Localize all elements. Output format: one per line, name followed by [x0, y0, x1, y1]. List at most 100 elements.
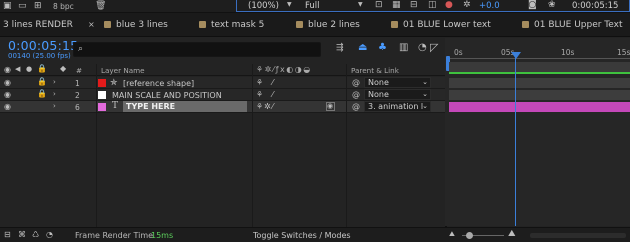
ruler-baseline [449, 58, 630, 59]
chevron-right-icon[interactable]: › [53, 79, 56, 86]
comp-mini-flowchart-icon[interactable]: ⇶ [336, 44, 344, 53]
exposure-value[interactable]: +0.0 [479, 1, 500, 11]
quality-switch-icon[interactable]: ⁄ [272, 79, 273, 87]
shy-switch-icon[interactable]: ⚘ [256, 79, 263, 87]
chevron-right-icon[interactable]: › [53, 103, 56, 110]
playhead-line[interactable] [515, 52, 516, 226]
layer-row-6[interactable]: ◉ › 6 T TYPE HERE ⚘ ✲ ⁄ ◉ @ 3. animation… [0, 101, 445, 113]
layer-name: TYPE HERE [126, 102, 176, 111]
zoom-out-icon[interactable]: ⛰ [449, 231, 455, 238]
zoom-dropdown[interactable]: (100%) [248, 1, 279, 11]
tab-color-swatch [104, 21, 111, 28]
viewer-timecode[interactable]: 0:00:05:15 [572, 1, 618, 11]
layer-name[interactable]: MAIN SCALE AND POSITION [112, 91, 222, 100]
current-time-display[interactable]: 0:00:05:15 [8, 38, 78, 53]
zoom-slider-thumb[interactable] [466, 232, 473, 239]
chevron-right-icon[interactable]: › [53, 91, 56, 98]
tab-01-blue-upper-text[interactable]: 01 BLUE Upper Text [522, 13, 623, 37]
shy-switch-icon[interactable]: ⚘ [256, 91, 263, 99]
quality-switch-icon[interactable]: ⁄ [272, 103, 273, 111]
continuous-raster-icon[interactable]: ✲ [264, 103, 271, 111]
close-icon[interactable]: × [88, 21, 95, 29]
cache-indicator [449, 72, 630, 74]
lock-icon[interactable]: 🔒 [37, 90, 47, 98]
trash-icon[interactable]: 🗑 [95, 2, 106, 11]
toggle-switches-modes[interactable]: Toggle Switches / Modes [253, 231, 351, 240]
tab-blue-2-lines[interactable]: blue 2 lines [296, 13, 360, 37]
modes-toggle-icon[interactable]: ⌘ [18, 231, 26, 239]
frame-blending-icon[interactable]: ▥ [399, 43, 408, 53]
layer-name-field[interactable]: TYPE HERE [123, 101, 247, 112]
parent-dropdown[interactable]: None ⌄ [364, 77, 431, 88]
reset-exposure-icon[interactable]: ✲ [463, 1, 471, 10]
eye-icon[interactable]: ◉ [4, 103, 11, 111]
layer-label-color[interactable] [98, 103, 106, 111]
folder-icon[interactable]: ▭ [18, 2, 27, 11]
in-out-toggle-icon[interactable]: ♺ [32, 231, 39, 239]
channel-icon[interactable]: ● [445, 1, 453, 10]
transparency-grid-icon[interactable]: ▦ [392, 1, 401, 10]
solo-icon: ● [26, 65, 33, 73]
pickwhip-icon[interactable]: @ [352, 79, 360, 87]
layer-number: 6 [75, 103, 80, 112]
parent-dropdown[interactable]: None ⌄ [364, 89, 431, 100]
pickwhip-icon[interactable]: @ [352, 91, 360, 99]
layer-bar-6[interactable] [449, 102, 630, 112]
layer-switches-toggle-icon[interactable]: ⊟ [4, 231, 11, 239]
tab-blue-3-lines[interactable]: blue 3 lines [104, 13, 168, 37]
tab-color-swatch [199, 21, 206, 28]
3d-layer-icon[interactable]: ◉ [327, 103, 333, 110]
tab-01-blue-lower-text[interactable]: 01 BLUE Lower text [391, 13, 491, 37]
resolution-dropdown[interactable]: Full [305, 1, 320, 11]
camera-icon[interactable]: ◙ [528, 1, 537, 10]
layer-label-color[interactable] [98, 91, 106, 99]
eye-icon[interactable]: ◉ [4, 79, 11, 87]
shy-layers-icon[interactable]: ♣ [378, 43, 387, 53]
layer-row-2[interactable]: ◉ 🔒 › 2 MAIN SCALE AND POSITION ⚘ ⁄ @ No… [0, 89, 445, 101]
frame-render-time-value: 15ms [151, 231, 174, 240]
mask-visibility-icon[interactable]: ◫ [428, 1, 437, 10]
composition-tabs: 3 lines RENDER × blue 3 lines text mask … [0, 13, 630, 37]
zoom-in-icon[interactable]: ⛰ [508, 230, 516, 239]
layer-bar-1[interactable] [449, 78, 630, 88]
work-area-bar[interactable] [449, 62, 630, 72]
layer-row-1[interactable]: ◉ 🔒 › 1 ✯ [reference shape] ⚘ ⁄ @ None ⌄ [0, 77, 445, 89]
region-of-interest-icon[interactable]: ⊡ [375, 1, 383, 10]
lock-icon: 🔒 [37, 64, 47, 73]
search-input[interactable]: ⌕ [73, 42, 321, 57]
playhead-handle[interactable] [511, 52, 521, 59]
comp-icon[interactable]: ⊞ [34, 2, 42, 11]
timeline-scrollbar[interactable] [530, 233, 626, 238]
tab-text-mask-5[interactable]: text mask 5 [199, 13, 264, 37]
guides-icon[interactable]: ⊟ [410, 1, 418, 10]
ruler-tick-label: 10s [561, 48, 575, 57]
quality-switch-icon[interactable]: ⁄ [272, 91, 273, 99]
layer-bar-2[interactable] [449, 90, 630, 100]
tab-color-swatch [522, 21, 529, 28]
label-icon: ◆ [60, 64, 67, 73]
column-divider [96, 64, 97, 227]
tab-3-lines-render[interactable]: 3 lines RENDER [3, 13, 73, 37]
pickwhip-icon[interactable]: @ [352, 103, 360, 111]
flowchart-icon[interactable]: ▣ [3, 2, 12, 11]
layer-number: 2 [75, 91, 80, 100]
eye-icon[interactable]: ◉ [4, 91, 11, 99]
motion-blur-icon[interactable]: ◔ [418, 43, 427, 53]
layer-name[interactable]: [reference shape] [123, 79, 194, 88]
show-channel-icon[interactable]: ❀ [548, 1, 556, 10]
bit-depth[interactable]: 8 bpc [53, 2, 74, 11]
time-ruler[interactable]: 0s 05s 10s 15s [449, 46, 630, 60]
chevron-down-icon: ▼ [358, 1, 363, 8]
shape-icon: ✯ [110, 78, 118, 88]
chevron-down-icon: ▼ [287, 1, 292, 8]
layer-label-color[interactable] [98, 79, 106, 87]
layer-column-header: ◉ ◀ ● 🔒 ◆ # Layer Name ⚘✲⁄ƒx◐◑◒ Parent &… [0, 64, 445, 76]
parent-dropdown[interactable]: 3. animation l ⌄ [364, 101, 431, 112]
draft-3d-icon[interactable]: ⏏ [358, 43, 367, 53]
render-time-toggle-icon[interactable]: ◔ [46, 231, 53, 239]
lock-icon[interactable]: 🔒 [37, 78, 47, 86]
column-divider [346, 64, 347, 227]
graph-editor-icon[interactable]: ◸ [430, 42, 438, 53]
shy-switch-icon[interactable]: ⚘ [256, 103, 263, 111]
column-layer-name[interactable]: Layer Name [101, 66, 145, 75]
